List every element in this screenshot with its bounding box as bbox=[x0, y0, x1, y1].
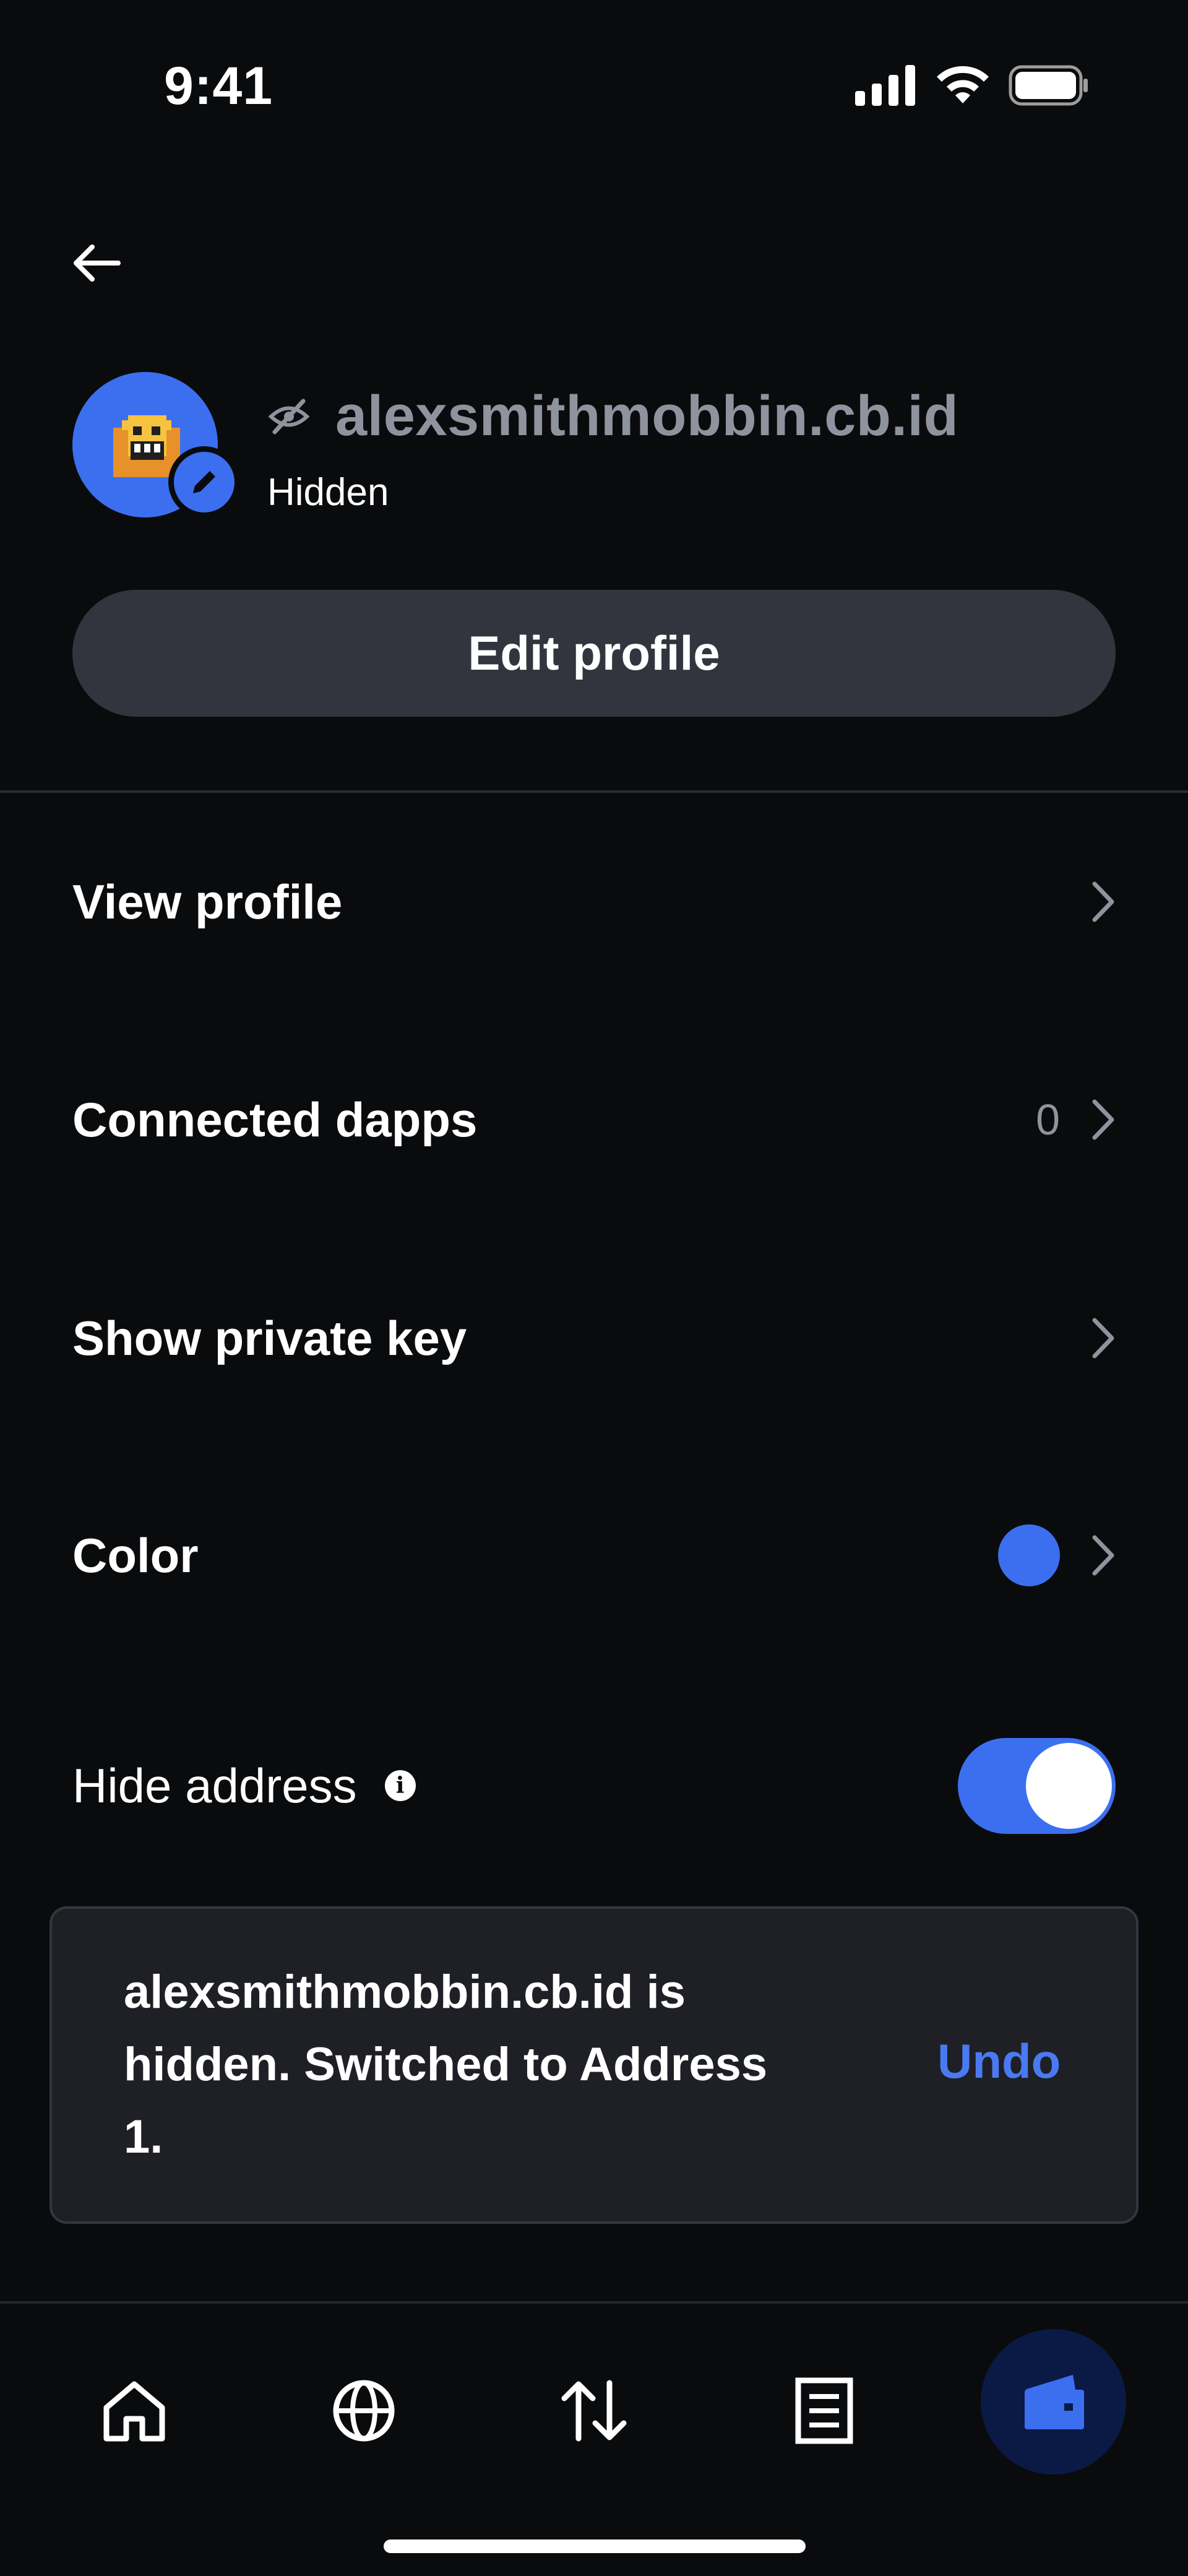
tab-browser[interactable] bbox=[296, 2343, 432, 2479]
chevron-right-icon bbox=[1092, 881, 1114, 922]
back-button[interactable] bbox=[71, 238, 139, 288]
arrow-left-icon bbox=[74, 244, 121, 282]
color-label: Color bbox=[72, 1528, 199, 1583]
edit-profile-button[interactable]: Edit profile bbox=[72, 590, 1116, 717]
toggle-knob bbox=[1026, 1742, 1112, 1829]
globe-icon bbox=[333, 2380, 395, 2442]
battery-icon bbox=[1009, 65, 1088, 106]
tab-activity[interactable] bbox=[756, 2343, 892, 2479]
transfer-icon bbox=[561, 2380, 627, 2442]
view-profile-row[interactable]: View profile bbox=[72, 855, 1116, 948]
hide-address-label: Hide address bbox=[72, 1758, 357, 1813]
toast-message: alexsmithmobbin.cb.id is hidden. Switche… bbox=[124, 1966, 768, 2163]
color-row[interactable]: Color bbox=[72, 1509, 1116, 1602]
eye-off-icon bbox=[268, 399, 310, 434]
undo-button[interactable]: Undo bbox=[937, 2033, 1061, 2090]
show-private-key-row[interactable]: Show private key bbox=[72, 1292, 1116, 1385]
edit-avatar-button[interactable] bbox=[168, 446, 240, 518]
cellular-signal-icon bbox=[855, 65, 915, 106]
status-time: 9:41 bbox=[164, 56, 273, 116]
chevron-right-icon bbox=[1092, 1535, 1114, 1576]
view-profile-label: View profile bbox=[72, 874, 343, 929]
profile-name-row: alexsmithmobbin.cb.id bbox=[267, 384, 958, 449]
visibility-status: Hidden bbox=[267, 471, 389, 514]
connected-dapps-row[interactable]: Connected dapps 0 bbox=[72, 1073, 1116, 1166]
show-private-key-label: Show private key bbox=[72, 1310, 467, 1365]
tab-bar-divider bbox=[0, 2301, 1188, 2304]
hide-address-row: Hide address i bbox=[72, 1737, 1116, 1834]
tab-transfer[interactable] bbox=[526, 2343, 662, 2479]
status-icons bbox=[855, 65, 1089, 106]
info-icon[interactable]: i bbox=[384, 1770, 416, 1801]
profile-name: alexsmithmobbin.cb.id bbox=[335, 384, 959, 447]
wallet-icon bbox=[1024, 2374, 1084, 2429]
connected-dapps-count: 0 bbox=[1036, 1096, 1060, 1144]
pencil-icon bbox=[193, 471, 215, 493]
hide-address-toggle[interactable] bbox=[958, 1737, 1116, 1834]
wifi-icon bbox=[937, 66, 989, 103]
connected-dapps-label: Connected dapps bbox=[72, 1092, 478, 1147]
home-indicator bbox=[384, 2539, 806, 2553]
tab-wallet[interactable] bbox=[981, 2329, 1126, 2474]
home-icon bbox=[103, 2381, 165, 2442]
tab-home[interactable] bbox=[66, 2343, 202, 2479]
color-swatch bbox=[998, 1524, 1060, 1586]
document-icon bbox=[795, 2377, 853, 2444]
divider bbox=[0, 790, 1188, 793]
chevron-right-icon bbox=[1092, 1318, 1114, 1359]
chevron-right-icon bbox=[1092, 1099, 1114, 1140]
